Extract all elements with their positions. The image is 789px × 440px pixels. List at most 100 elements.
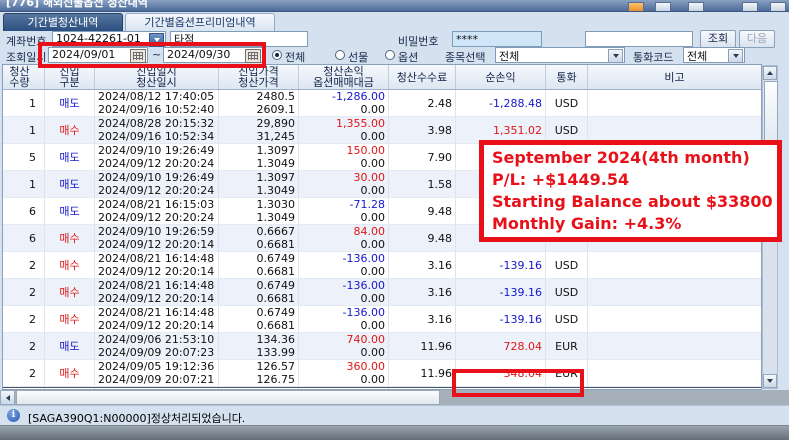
window-title: [776] 해외선물옵션 청산내역 [6, 0, 148, 10]
cell-currency: USD [546, 306, 588, 332]
scroll-up-icon[interactable] [763, 66, 777, 80]
symbol-select-value: 전체 [499, 50, 519, 63]
password-field[interactable] [452, 31, 542, 47]
header-currency[interactable]: 통화 [546, 65, 588, 89]
highlight-date-range [38, 42, 266, 68]
next-button[interactable]: 다음 [739, 30, 775, 48]
horizontal-scroll-thumb[interactable] [16, 390, 440, 405]
chevron-down-icon[interactable] [608, 49, 623, 63]
minimize-button[interactable] [742, 2, 758, 12]
cell-pnl: -136.000.00 [299, 279, 389, 305]
currency-code-label: 통화코드 [633, 49, 673, 65]
window-titlebar: [776] 해외선물옵션 청산내역 [0, 0, 789, 12]
cell-times: 2024/08/21 16:14:482024/09/12 20:20:14 [95, 306, 219, 332]
window-button-1[interactable] [655, 2, 671, 12]
cell-prices: 126.57126.75 [219, 360, 299, 386]
cell-pnl: -71.280.00 [299, 198, 389, 224]
cell-qty: 1 [3, 171, 45, 197]
window-bottom-edge [0, 425, 789, 440]
currency-select[interactable]: 전체 [683, 47, 745, 63]
header-times[interactable]: 진입일시청산일시 [95, 65, 219, 89]
close-button[interactable] [770, 2, 786, 12]
cell-qty: 6 [3, 225, 45, 251]
window-button-2[interactable] [688, 2, 704, 12]
table-row[interactable]: 2 매수 2024/09/05 19:12:362024/09/09 20:07… [3, 360, 761, 387]
table-row[interactable]: 2 매수 2024/08/21 16:14:482024/09/12 20:20… [3, 252, 761, 279]
cell-qty: 6 [3, 198, 45, 224]
cell-pnl: 740.000.00 [299, 333, 389, 359]
header-side[interactable]: 진입구분 [45, 65, 95, 89]
table-header-row: 청산수량 진입구분 진입일시청산일시 진입가격청산가격 청산손익옵션매매대금 청… [3, 65, 761, 90]
cell-note [588, 360, 761, 386]
cell-prices: 1.30301.3049 [219, 198, 299, 224]
cell-prices: 1.30971.3049 [219, 171, 299, 197]
cell-pnl: -1,286.000.00 [299, 90, 389, 116]
cell-qty: 2 [3, 360, 45, 386]
cell-qty: 2 [3, 252, 45, 278]
cell-qty: 1 [3, 117, 45, 143]
extra-field[interactable] [585, 31, 693, 47]
cell-net: -139.16 [456, 306, 546, 332]
cell-pnl: -136.000.00 [299, 306, 389, 332]
cell-qty: 1 [3, 90, 45, 116]
annotation-line-3: Starting Balance about $33800 [492, 191, 769, 213]
cell-times: 2024/09/10 19:26:492024/09/12 20:20:24 [95, 144, 219, 170]
cell-currency: USD [546, 279, 588, 305]
table-row[interactable]: 2 매도 2024/09/06 21:53:102024/09/09 20:07… [3, 333, 761, 360]
cell-times: 2024/08/12 17:40:052024/09/16 10:52:40 [95, 90, 219, 116]
cell-prices: 134.36133.99 [219, 333, 299, 359]
header-net[interactable]: 순손익 [456, 65, 546, 89]
cell-pnl: 30.000.00 [299, 171, 389, 197]
tab-period-option-premium[interactable]: 기간별옵션프리미엄내역 [125, 13, 275, 31]
header-pnl[interactable]: 청산손익옵션매매대금 [299, 65, 389, 89]
cell-net: 728.04 [456, 333, 546, 359]
header-fee[interactable]: 청산수수료 [389, 65, 456, 89]
header-note[interactable]: 비고 [588, 65, 761, 89]
annotation-line-2: P/L: +$1449.54 [492, 169, 769, 191]
symbol-select-label: 종목선택 [445, 49, 485, 65]
table-row[interactable]: 2 매수 2024/08/21 16:14:482024/09/12 20:20… [3, 279, 761, 306]
cell-times: 2024/08/28 20:15:322024/09/16 10:52:34 [95, 117, 219, 143]
radio-options-label: 옵션 [398, 49, 418, 65]
radio-futures[interactable] [335, 50, 345, 60]
cell-fee: 2.48 [389, 90, 456, 116]
cell-prices: 1.30971.3049 [219, 144, 299, 170]
toolbar-icon[interactable] [628, 2, 644, 12]
radio-futures-label: 선물 [348, 49, 368, 65]
cell-qty: 5 [3, 144, 45, 170]
table-row[interactable]: 1 매도 2024/08/12 17:40:052024/09/16 10:52… [3, 90, 761, 117]
radio-all-label: 전체 [285, 49, 305, 65]
symbol-select[interactable]: 전체 [495, 47, 625, 63]
currency-select-value: 전체 [687, 50, 707, 63]
app-window: [776] 해외선물옵션 청산내역 기간별청산내역 기간별옵션프리미엄내역 계좌… [0, 0, 789, 440]
cell-fee: 3.98 [389, 117, 456, 143]
cell-prices: 0.66670.6681 [219, 225, 299, 251]
cell-prices: 0.67490.6681 [219, 279, 299, 305]
cell-side: 매수 [45, 117, 95, 143]
cell-pnl: 84.000.00 [299, 225, 389, 251]
cell-note [588, 90, 761, 116]
chevron-down-icon[interactable] [728, 49, 743, 63]
cell-pnl: 150.000.00 [299, 144, 389, 170]
cell-note [588, 252, 761, 278]
password-label: 비밀번호 [398, 33, 438, 49]
cell-prices: 0.67490.6681 [219, 306, 299, 332]
radio-all[interactable] [272, 50, 282, 60]
cell-side: 매도 [45, 144, 95, 170]
horizontal-scrollbar[interactable] [0, 390, 789, 405]
info-icon: i [7, 409, 20, 422]
cell-note [588, 333, 761, 359]
radio-options[interactable] [385, 50, 395, 60]
header-qty[interactable]: 청산수량 [3, 65, 45, 89]
scroll-down-icon[interactable] [763, 374, 777, 388]
table-row[interactable]: 2 매수 2024/08/21 16:14:482024/09/12 20:20… [3, 306, 761, 333]
cell-side: 매수 [45, 360, 95, 386]
scroll-left-icon[interactable] [0, 390, 15, 405]
cell-times: 2024/08/21 16:14:482024/09/12 20:20:14 [95, 279, 219, 305]
highlight-total-net [452, 369, 584, 397]
tab-period-settlement[interactable]: 기간별청산내역 [3, 13, 123, 31]
cell-times: 2024/09/05 19:12:362024/09/09 20:07:21 [95, 360, 219, 386]
header-prices[interactable]: 진입가격청산가격 [219, 65, 299, 89]
query-button[interactable]: 조회 [700, 30, 736, 48]
status-message: [SAGA390Q1:N00000]정상처리되었습니다. [28, 410, 245, 426]
